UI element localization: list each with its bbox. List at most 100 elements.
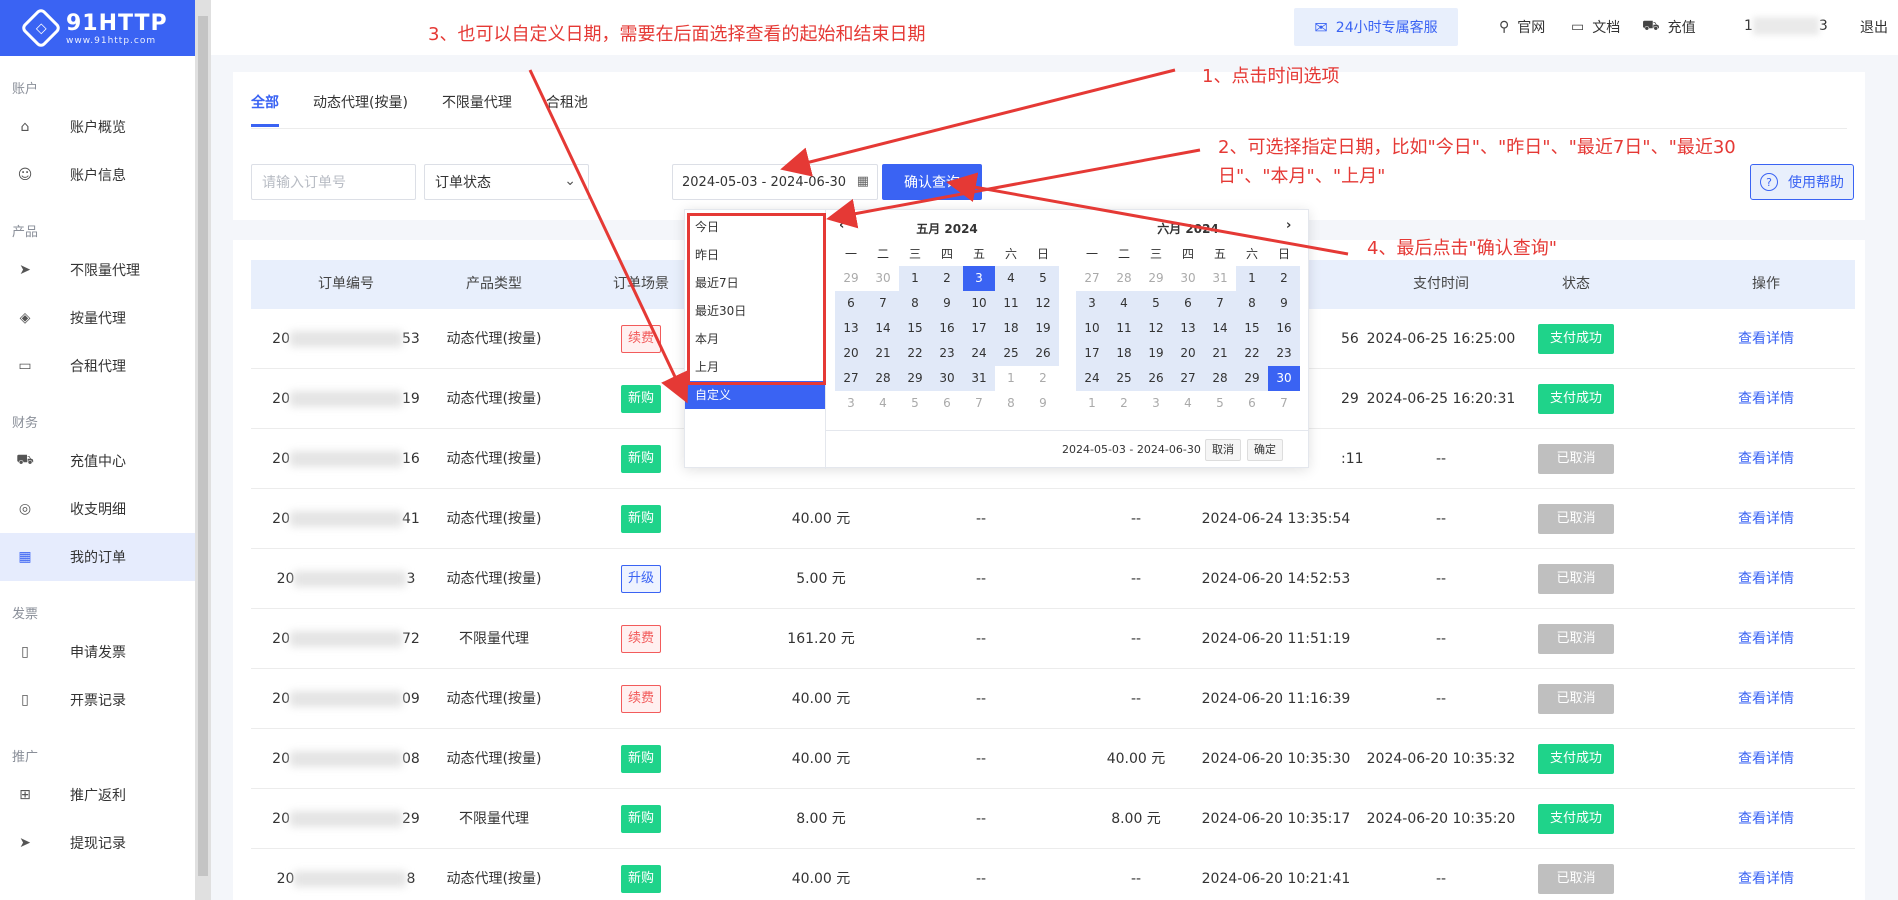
calendar-day[interactable]: 30 [931,366,963,391]
calendar-day[interactable]: 7 [1268,391,1300,416]
calendar-day[interactable]: 16 [931,316,963,341]
picker-confirm-button[interactable]: 确定 [1247,439,1283,461]
help-button[interactable]: ? 使用帮助 [1750,164,1854,200]
calendar-day[interactable]: 5 [1140,291,1172,316]
calendar-day[interactable]: 11 [995,291,1027,316]
calendar-day[interactable]: 13 [1172,316,1204,341]
date-range-input[interactable]: 2024-05-03 - 2024-06-30 ▦ [672,164,878,200]
calendar-day[interactable]: 20 [835,341,867,366]
calendar-day[interactable]: 30 [867,266,899,291]
calendar-day[interactable]: 26 [1027,341,1059,366]
calendar-day[interactable]: 4 [1108,291,1140,316]
sidebar-item[interactable]: ▯ 开票记录 [0,676,195,724]
calendar-day[interactable]: 29 [1236,366,1268,391]
calendar-day[interactable]: 13 [835,316,867,341]
calendar-day[interactable]: 22 [899,341,931,366]
calendar-day[interactable]: 6 [1236,391,1268,416]
calendar-day[interactable]: 19 [1027,316,1059,341]
calendar-day[interactable]: 26 [1140,366,1172,391]
calendar-day[interactable]: 25 [1108,366,1140,391]
tab-item[interactable]: 全部 [251,92,279,127]
scrollbar-thumb[interactable] [198,16,208,876]
calendar-day[interactable]: 27 [1172,366,1204,391]
calendar-day[interactable]: 18 [995,316,1027,341]
date-shortcut-item[interactable]: 自定义 [685,381,825,409]
calendar-day[interactable]: 31 [1204,266,1236,291]
calendar-day[interactable]: 11 [1108,316,1140,341]
calendar-day[interactable]: 25 [995,341,1027,366]
calendar-day[interactable]: 29 [835,266,867,291]
order-number-input[interactable]: 请输入订单号 [251,164,416,200]
view-detail-link[interactable]: 查看详情 [1738,451,1794,467]
customer-service-button[interactable]: ✉ 24小时专属客服 [1294,8,1458,46]
calendar-day[interactable]: 17 [1076,341,1108,366]
calendar-day[interactable]: 8 [899,291,931,316]
calendar-day[interactable]: 19 [1140,341,1172,366]
sidebar-item[interactable]: ⊞ 推广返利 [0,771,195,819]
calendar-day[interactable]: 22 [1236,341,1268,366]
calendar-day[interactable]: 30 [1268,366,1300,391]
calendar-day[interactable]: 24 [963,341,995,366]
view-detail-link[interactable]: 查看详情 [1738,811,1794,827]
calendar-day[interactable]: 2 [1268,266,1300,291]
calendar-day[interactable]: 2 [1027,366,1059,391]
calendar-day[interactable]: 14 [867,316,899,341]
calendar-day[interactable]: 7 [1204,291,1236,316]
calendar-day[interactable]: 1 [995,366,1027,391]
sidebar-scrollbar[interactable] [195,0,211,900]
calendar-day[interactable]: 23 [931,341,963,366]
calendar-day[interactable]: 7 [867,291,899,316]
header-link[interactable]: ⚲ 官网 [1499,17,1545,37]
calendar-day[interactable]: 4 [995,266,1027,291]
calendar-day[interactable]: 8 [995,391,1027,416]
calendar-day[interactable]: 9 [931,291,963,316]
calendar-day[interactable]: 15 [1236,316,1268,341]
calendar-day[interactable]: 9 [1268,291,1300,316]
calendar-day[interactable]: 28 [867,366,899,391]
logout-link[interactable]: 退出 [1860,17,1888,37]
calendar-day[interactable]: 10 [963,291,995,316]
view-detail-link[interactable]: 查看详情 [1738,511,1794,527]
header-link[interactable]: ⛟ 充值 [1642,17,1696,37]
tab-item[interactable]: 合租池 [546,92,588,127]
calendar-day[interactable]: 7 [963,391,995,416]
tab-item[interactable]: 不限量代理 [442,92,512,127]
calendar-day[interactable]: 16 [1268,316,1300,341]
calendar-day[interactable]: 21 [1204,341,1236,366]
calendar-day[interactable]: 27 [835,366,867,391]
calendar-day[interactable]: 30 [1172,266,1204,291]
calendar-day[interactable]: 29 [899,366,931,391]
calendar-day[interactable]: 3 [1140,391,1172,416]
order-status-select[interactable]: 订单状态 ⌄ [424,164,589,200]
calendar-day[interactable]: 2 [1108,391,1140,416]
sidebar-item[interactable]: ◎ 收支明细 [0,485,195,533]
view-detail-link[interactable]: 查看详情 [1738,751,1794,767]
sidebar-item[interactable]: ☺ 账户信息 [0,151,195,199]
next-month-icon[interactable]: › [1286,218,1291,233]
calendar-day[interactable]: 29 [1140,266,1172,291]
calendar-day[interactable]: 3 [835,391,867,416]
calendar-day[interactable]: 15 [899,316,931,341]
calendar-day[interactable]: 28 [1108,266,1140,291]
view-detail-link[interactable]: 查看详情 [1738,571,1794,587]
sidebar-item[interactable]: ▯ 申请发票 [0,628,195,676]
calendar-day[interactable]: 20 [1172,341,1204,366]
calendar-day[interactable]: 12 [1027,291,1059,316]
picker-cancel-button[interactable]: 取消 [1205,439,1241,461]
calendar-day[interactable]: 5 [1204,391,1236,416]
calendar-day[interactable]: 6 [1172,291,1204,316]
calendar-day[interactable]: 5 [1027,266,1059,291]
view-detail-link[interactable]: 查看详情 [1738,871,1794,887]
calendar-day[interactable]: 1 [1076,391,1108,416]
calendar-day[interactable]: 31 [963,366,995,391]
calendar-day[interactable]: 2 [931,266,963,291]
sidebar-item[interactable]: ⌂ 账户概览 [0,103,195,151]
calendar-day[interactable]: 3 [1076,291,1108,316]
calendar-day[interactable]: 24 [1076,366,1108,391]
calendar-day[interactable]: 5 [899,391,931,416]
calendar-day[interactable]: 27 [1076,266,1108,291]
header-link[interactable]: ▭ 文档 [1571,17,1620,37]
calendar-day[interactable]: 28 [1204,366,1236,391]
logo[interactable]: ◇ 91HTTP www.91http.com [0,0,195,56]
calendar-day[interactable]: 12 [1140,316,1172,341]
